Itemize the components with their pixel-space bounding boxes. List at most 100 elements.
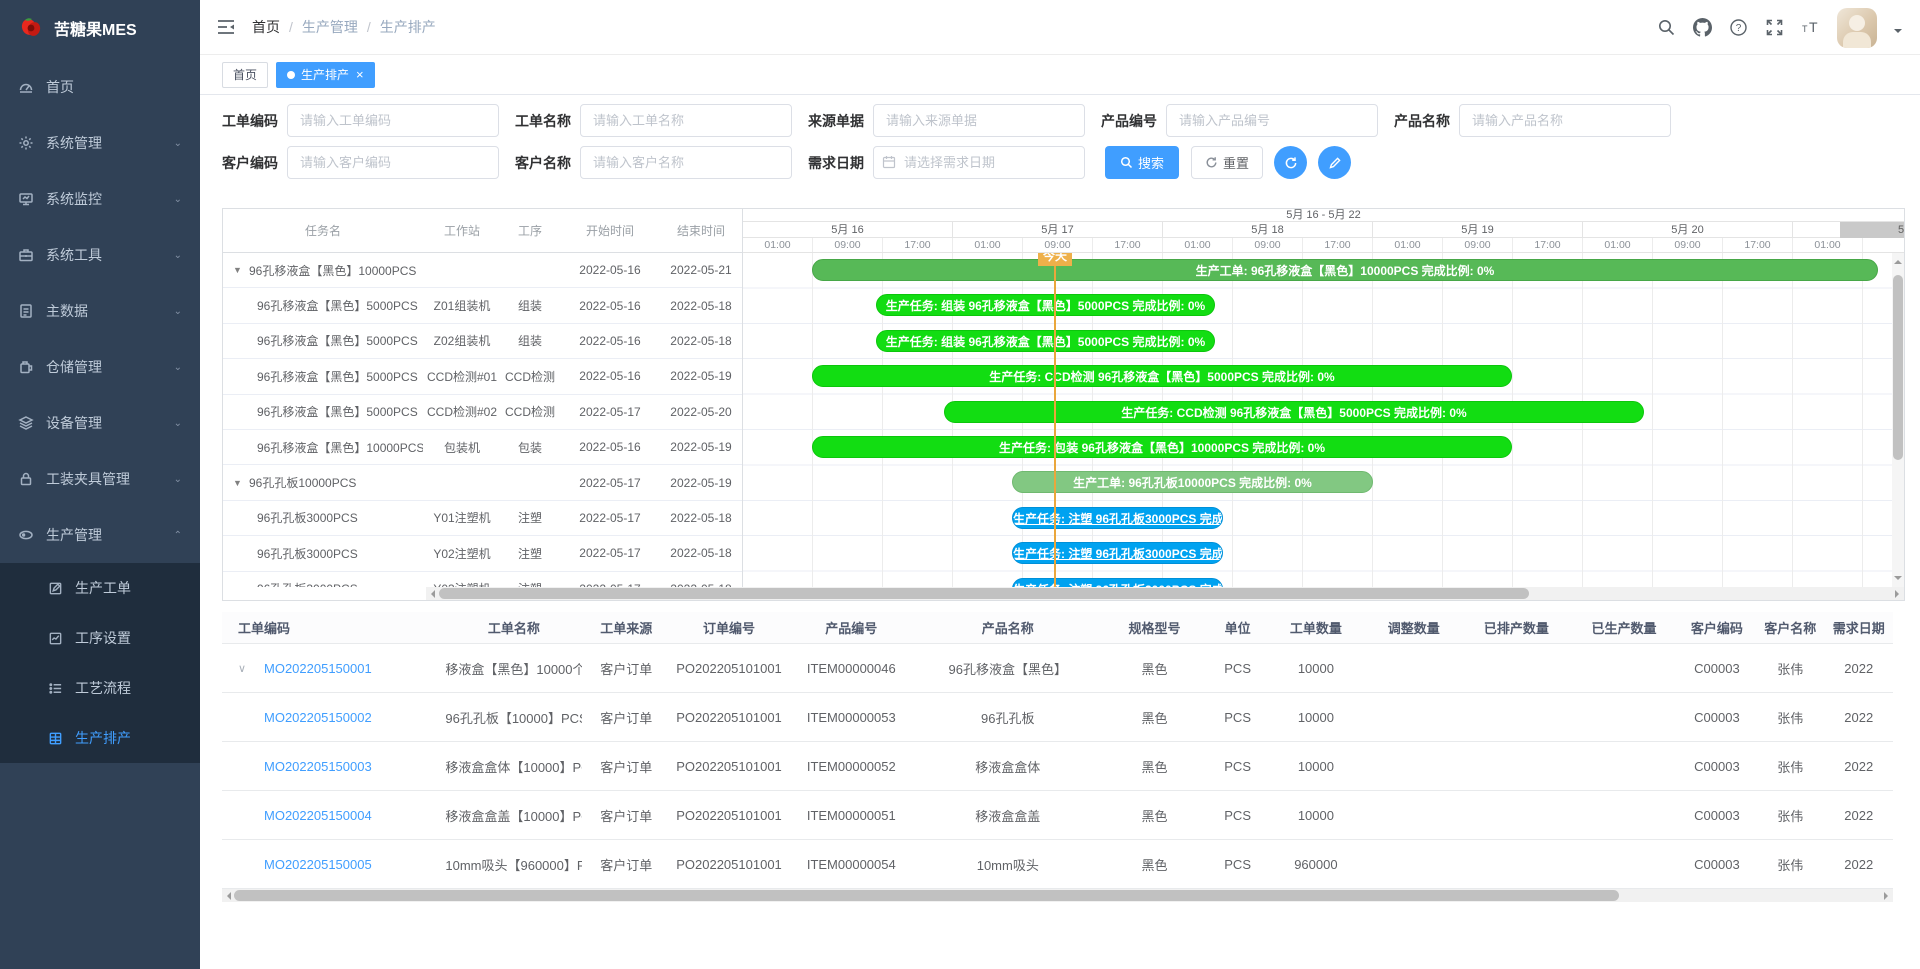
sidebar-item-warehouse[interactable]: 仓储管理 ⌄ bbox=[0, 339, 200, 395]
gantt-vertical-scrollbar[interactable] bbox=[1892, 253, 1904, 587]
filter-input[interactable] bbox=[1166, 104, 1378, 137]
work-order-link[interactable]: MO202205150003 bbox=[264, 759, 372, 774]
gantt-task-row[interactable]: 96孔孔板3000PCS Y03注塑机 注塑 2022-05-17 2022-0… bbox=[223, 572, 742, 587]
work-order-link[interactable]: MO202205150002 bbox=[264, 710, 372, 725]
gantt-bar[interactable]: 生产工单: 96孔孔板10000PCS 完成比例: 0% bbox=[1012, 471, 1373, 493]
tab-home[interactable]: 首页 bbox=[222, 62, 268, 88]
scrollbar-thumb[interactable] bbox=[234, 890, 1619, 901]
sidebar-item-system-monitor[interactable]: 系统监控 ⌄ bbox=[0, 171, 200, 227]
table-row[interactable]: MO202205150004 移液盒盒盖【10000】PCS 客户订单 PO20… bbox=[222, 791, 1893, 840]
task-process: 注塑 bbox=[501, 545, 559, 562]
filter-input[interactable] bbox=[580, 104, 792, 137]
gantt-task-row[interactable]: 96孔孔板3000PCS Y02注塑机 注塑 2022-05-17 2022-0… bbox=[223, 536, 742, 571]
help-icon[interactable]: ? bbox=[1729, 18, 1748, 37]
gantt-bar[interactable]: 生产任务: CCD检测 96孔移液盒【黑色】5000PCS 完成比例: 0% bbox=[944, 401, 1644, 423]
reset-button[interactable]: 重置 bbox=[1191, 146, 1263, 179]
github-icon[interactable] bbox=[1693, 18, 1712, 37]
refresh-round-button[interactable] bbox=[1274, 146, 1307, 179]
sidebar-item-work-orders[interactable]: 生产工单 bbox=[0, 563, 200, 613]
scroll-right-arrow-icon[interactable] bbox=[1884, 892, 1892, 900]
tab-close-icon[interactable]: × bbox=[356, 68, 364, 81]
table-row[interactable]: MO202205150003 移液盒盒体【10000】PCS 客户订单 PO20… bbox=[222, 742, 1893, 791]
scroll-down-arrow-icon[interactable] bbox=[1894, 576, 1902, 584]
gantt-task-row[interactable]: 96孔移液盒【黑色】5000PCS Z02组装机 组装 2022-05-16 2… bbox=[223, 324, 742, 359]
gantt-bar[interactable]: 生产任务: 组装 96孔移液盒【黑色】5000PCS 完成比例: 0% bbox=[876, 330, 1215, 352]
sidebar-item-label: 主数据 bbox=[46, 301, 174, 321]
edit-round-button[interactable] bbox=[1318, 146, 1351, 179]
sidebar-item-master-data[interactable]: 主数据 ⌄ bbox=[0, 283, 200, 339]
gantt-bar[interactable]: 生产任务: CCD检测 96孔移液盒【黑色】5000PCS 完成比例: 0% bbox=[812, 365, 1512, 387]
sidebar-item-label: 工艺流程 bbox=[75, 678, 131, 698]
filter-input[interactable] bbox=[1459, 104, 1671, 137]
filter-input[interactable] bbox=[287, 104, 499, 137]
work-order-link[interactable]: MO202205150001 bbox=[264, 661, 372, 676]
sidebar-item-equipment[interactable]: 设备管理 ⌄ bbox=[0, 395, 200, 451]
task-name: 96孔移液盒【黑色】10000PCS bbox=[249, 262, 416, 279]
gantt-task-row[interactable]: 96孔移液盒【黑色】10000PCS 包装机 包装 2022-05-16 202… bbox=[223, 430, 742, 465]
cell-product-name: 10mm吸头 bbox=[915, 855, 1101, 874]
cell-qty: 10000 bbox=[1267, 759, 1365, 774]
task-start-date: 2022-05-17 bbox=[559, 546, 661, 560]
gantt-bar[interactable]: 生产任务: 注塑 96孔孔板3000PCS 完成比例: 0% bbox=[1012, 542, 1223, 564]
gantt-bar[interactable]: 生产任务: 注塑 96孔孔板3000PCS 完成比例: 0% bbox=[1012, 578, 1223, 587]
sidebar-item-process-settings[interactable]: 工序设置 bbox=[0, 613, 200, 663]
sidebar-item-home[interactable]: 首页 bbox=[0, 59, 200, 115]
task-process: 注塑 bbox=[501, 509, 559, 526]
user-avatar[interactable] bbox=[1837, 8, 1877, 48]
search-button[interactable]: 搜索 bbox=[1105, 146, 1179, 179]
sidebar-item-scheduling[interactable]: 生产排产 bbox=[0, 713, 200, 763]
brand-logo[interactable]: 苦糖果MES bbox=[0, 0, 200, 55]
sidebar-item-production[interactable]: 生产管理 ⌃ bbox=[0, 507, 200, 563]
filter-input[interactable] bbox=[873, 146, 1085, 179]
app-window: 苦糖果MES 首页 系统管理 ⌄ 系统监控 ⌄ 系统工具 ⌄ bbox=[0, 0, 1920, 969]
cell-qty: 10000 bbox=[1267, 710, 1365, 725]
gantt-bar[interactable]: 生产任务: 包装 96孔移液盒【黑色】10000PCS 完成比例: 0% bbox=[812, 436, 1512, 458]
gantt-task-row[interactable]: 96孔孔板3000PCS Y01注塑机 注塑 2022-05-17 2022-0… bbox=[223, 501, 742, 536]
breadcrumb-home[interactable]: 首页 bbox=[252, 17, 280, 37]
work-order-link[interactable]: MO202205150005 bbox=[264, 857, 372, 872]
table-row[interactable]: MO202205150005 10mm吸头【960000】PCS 客户订单 PO… bbox=[222, 840, 1893, 889]
tab-scheduling[interactable]: 生产排产 × bbox=[276, 62, 375, 88]
timeline-day-cell: 5月 18 bbox=[1163, 222, 1373, 237]
expand-triangle-icon[interactable]: ▼ bbox=[233, 265, 249, 275]
filter-input[interactable] bbox=[580, 146, 792, 179]
sidebar-item-routing[interactable]: 工艺流程 bbox=[0, 663, 200, 713]
search-icon[interactable] bbox=[1657, 18, 1676, 37]
scrollbar-thumb[interactable] bbox=[1893, 275, 1903, 460]
table-row[interactable]: ∨MO202205150001 移液盒【黑色】10000个 客户订单 PO202… bbox=[222, 644, 1893, 693]
gantt-bar-row: 生产任务: 注塑 96孔孔板3000PCS 完成比例: 0% bbox=[743, 536, 1904, 571]
row-expand-caret-icon[interactable]: ∨ bbox=[238, 662, 264, 675]
fullscreen-icon[interactable] bbox=[1765, 18, 1784, 37]
gantt-task-row[interactable]: 96孔移液盒【黑色】5000PCS Z01组装机 组装 2022-05-16 2… bbox=[223, 288, 742, 323]
scrollbar-thumb[interactable] bbox=[439, 588, 1529, 599]
monitor-icon bbox=[18, 191, 34, 207]
gantt-horizontal-scrollbar[interactable] bbox=[426, 587, 1904, 600]
scroll-up-arrow-icon[interactable] bbox=[1894, 256, 1902, 264]
scroll-left-arrow-icon[interactable] bbox=[427, 590, 435, 598]
expand-triangle-icon[interactable]: ▼ bbox=[233, 478, 249, 488]
gantt-task-row[interactable]: 96孔移液盒【黑色】5000PCS CCD检测#02 CCD检测 2022-05… bbox=[223, 395, 742, 430]
breadcrumb-section[interactable]: 生产管理 bbox=[302, 17, 358, 37]
sidebar-item-fixtures[interactable]: 工装夹具管理 ⌄ bbox=[0, 451, 200, 507]
filter-input[interactable] bbox=[287, 146, 499, 179]
work-order-link[interactable]: MO202205150004 bbox=[264, 808, 372, 823]
sidebar-collapse-icon[interactable] bbox=[216, 17, 236, 37]
scroll-left-arrow-icon[interactable] bbox=[223, 892, 231, 900]
gantt-task-row[interactable]: 96孔移液盒【黑色】5000PCS CCD检测#01 CCD检测 2022-05… bbox=[223, 359, 742, 394]
filter-input[interactable] bbox=[873, 104, 1085, 137]
sidebar-item-system-mgmt[interactable]: 系统管理 ⌄ bbox=[0, 115, 200, 171]
gantt-task-row[interactable]: ▼96孔移液盒【黑色】10000PCS 2022-05-16 2022-05-2… bbox=[223, 253, 742, 288]
cell-item-no: ITEM00000054 bbox=[788, 857, 915, 872]
gantt-bar[interactable]: 生产工单: 96孔移液盒【黑色】10000PCS 完成比例: 0% bbox=[812, 259, 1878, 281]
gantt-bar[interactable]: 生产任务: 组装 96孔移液盒【黑色】5000PCS 完成比例: 0% bbox=[876, 294, 1215, 316]
gantt-task-row[interactable]: ▼96孔孔板10000PCS 2022-05-17 2022-05-19 bbox=[223, 465, 742, 500]
scroll-right-arrow-icon[interactable] bbox=[1895, 590, 1903, 598]
sidebar-item-system-tools[interactable]: 系统工具 ⌄ bbox=[0, 227, 200, 283]
font-size-icon[interactable]: TT bbox=[1801, 18, 1820, 37]
breadcrumb-page: 生产排产 bbox=[380, 17, 436, 37]
user-menu-caret-icon[interactable] bbox=[1894, 29, 1902, 37]
timeline-range-label: 5月 16 - 5月 22 bbox=[743, 209, 1904, 222]
table-horizontal-scrollbar[interactable] bbox=[222, 889, 1893, 902]
table-row[interactable]: MO202205150002 96孔孔板【10000】PCS 客户订单 PO20… bbox=[222, 693, 1893, 742]
gantt-bar[interactable]: 生产任务: 注塑 96孔孔板3000PCS 完成比例: 0% bbox=[1012, 507, 1223, 529]
